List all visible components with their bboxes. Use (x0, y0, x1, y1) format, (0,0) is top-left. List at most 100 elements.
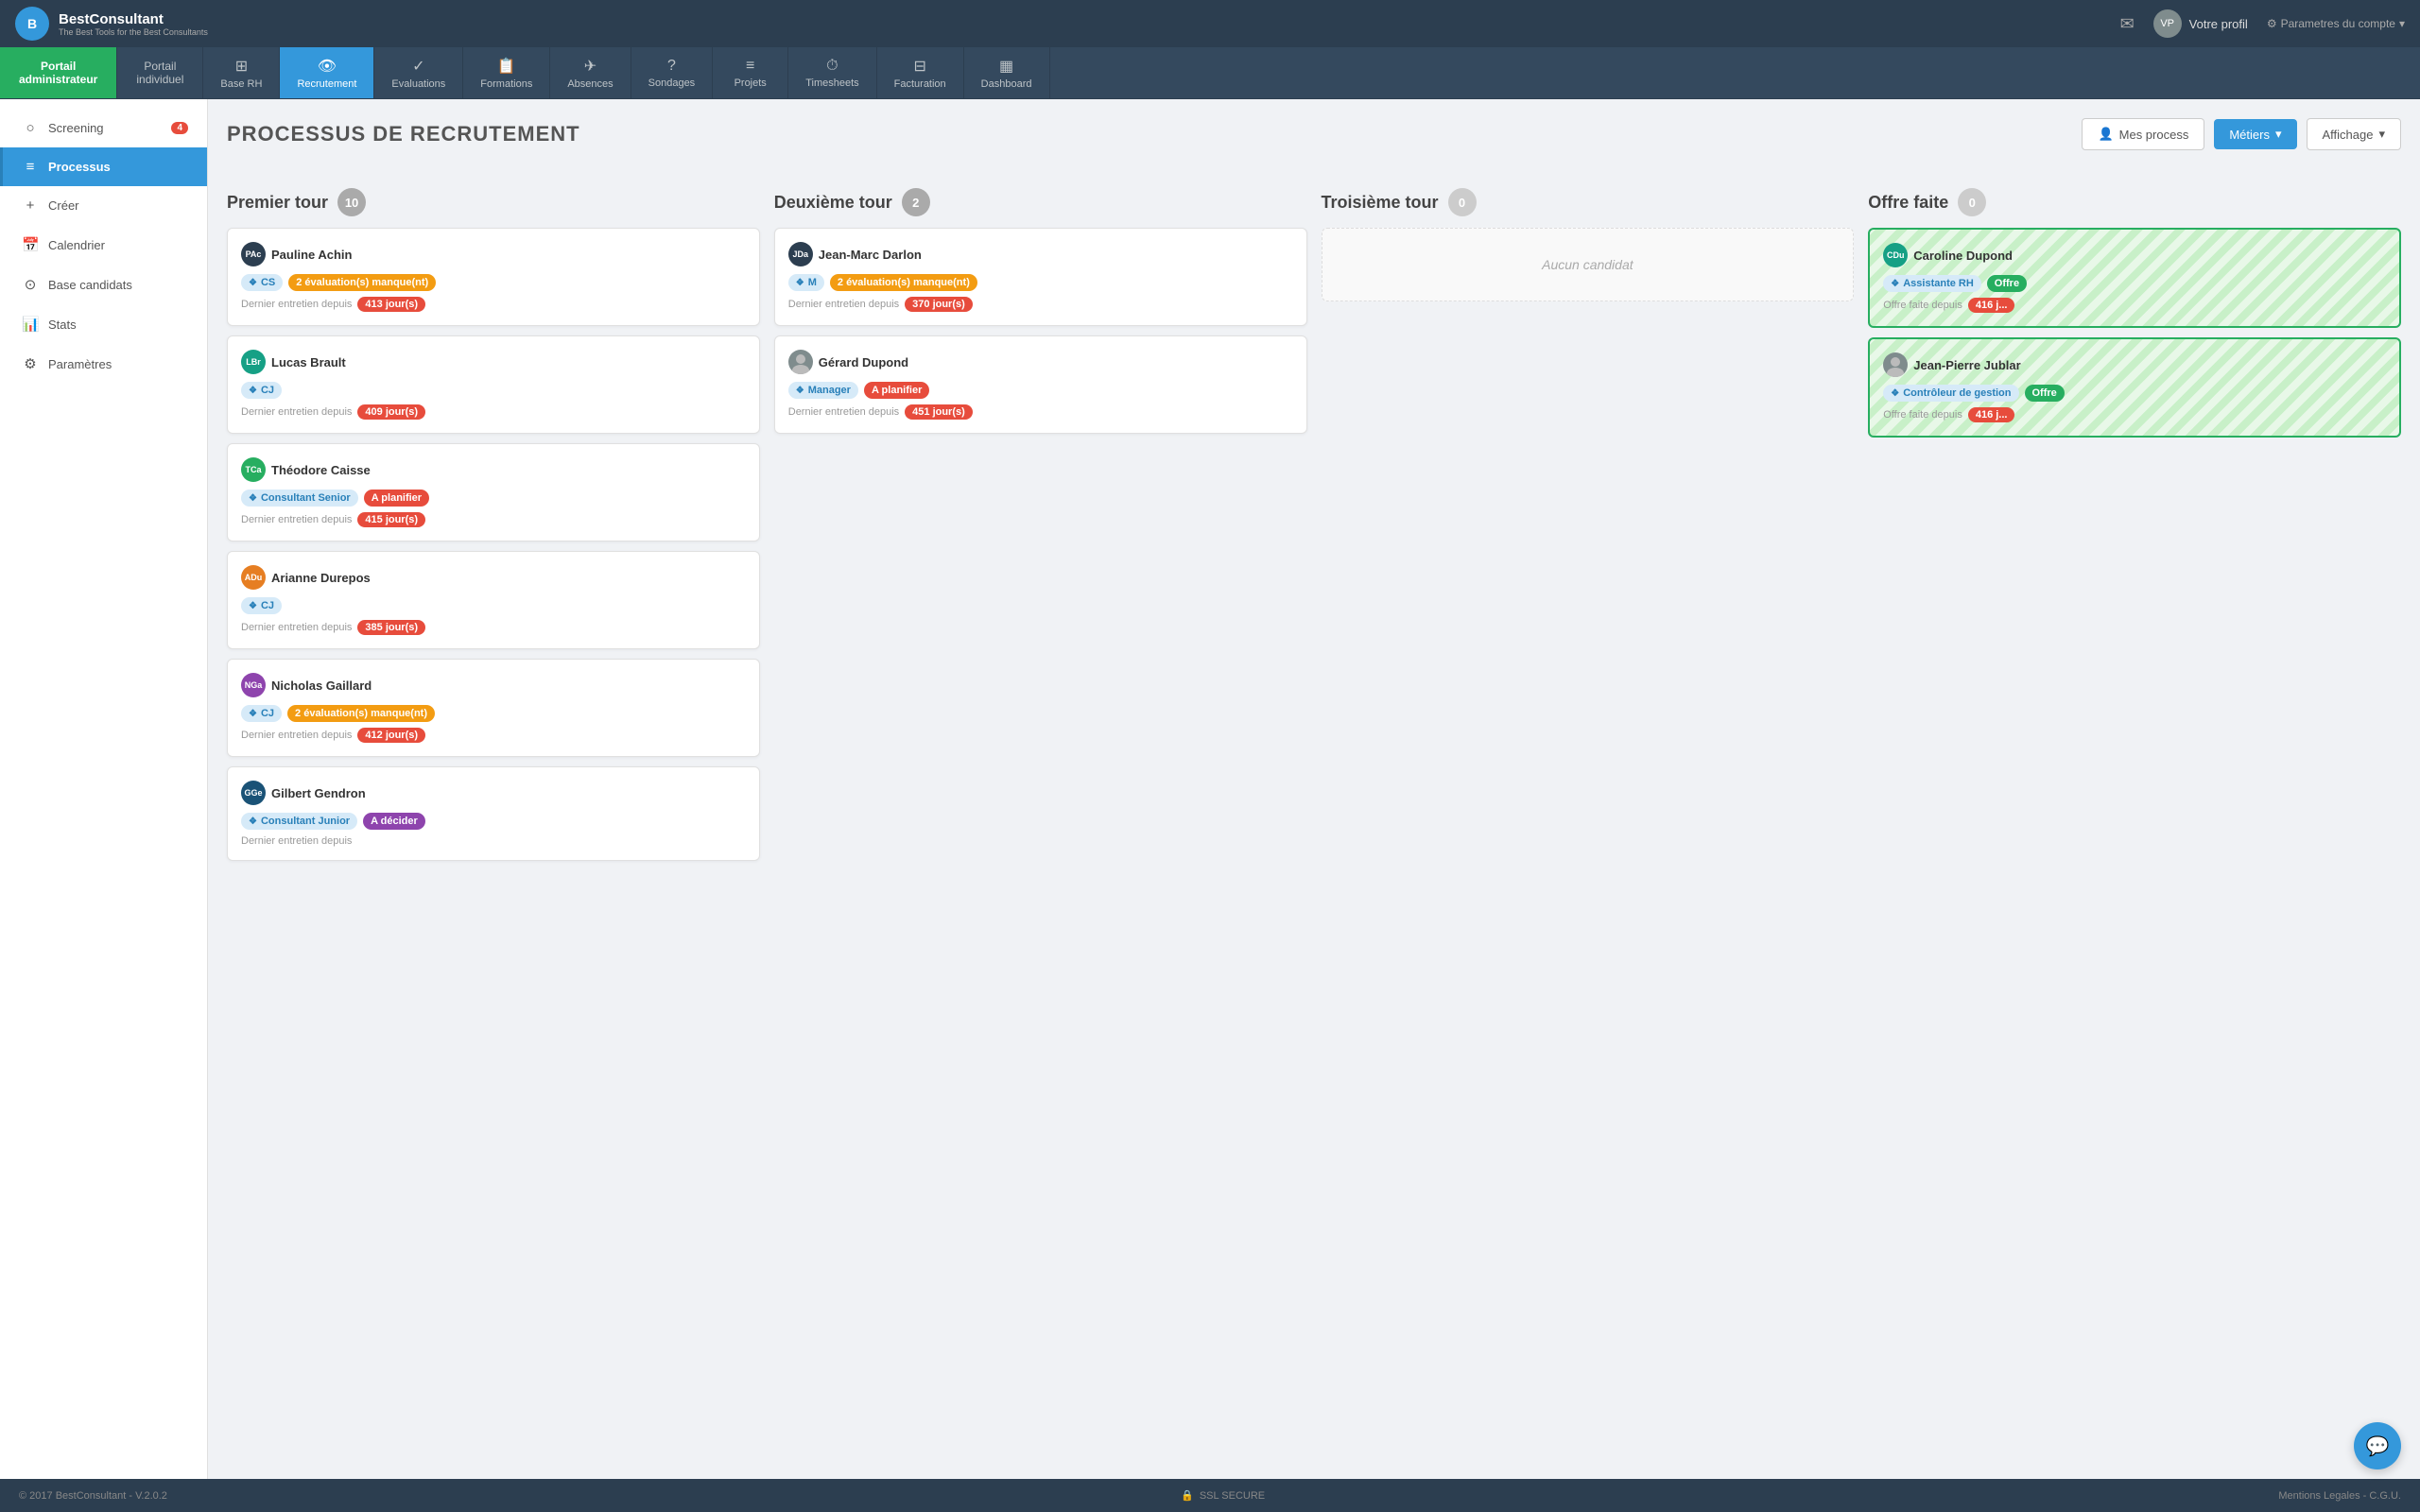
lock-icon: 🔒 (1181, 1489, 1194, 1502)
column-offre-faite: Offre faite 0 CDu Caroline Dupond ❖ Assi… (1868, 188, 2401, 447)
column-header-premier-tour: Premier tour 10 (227, 188, 760, 216)
eval-tag: 2 évaluation(s) manque(nt) (287, 705, 435, 722)
affichage-button[interactable]: Affichage ▾ (2307, 118, 2402, 150)
days-badge: 416 j... (1968, 298, 2015, 313)
card-arianne-durepos[interactable]: ADu Arianne Durepos ❖ CJ Dernier entreti… (227, 551, 760, 649)
eye-icon: 👁 (318, 57, 337, 76)
page-title: PROCESSUS DE RECRUTEMENT (227, 122, 580, 146)
nav-timesheets[interactable]: ⏱ Timesheets (788, 47, 876, 98)
profile-area[interactable]: VP Votre profil (2153, 9, 2248, 38)
eval-tag: 2 évaluation(s) manque(nt) (288, 274, 436, 291)
footer: © 2017 BestConsultant - V.2.0.2 🔒 SSL SE… (0, 1479, 2420, 1512)
avatar (1883, 352, 1908, 377)
days-badge: 412 jour(s) (357, 728, 425, 743)
column-troisieme-tour: Troisième tour 0 Aucun candidat (1322, 188, 1855, 301)
gear-icon: ⚙ (2267, 17, 2277, 30)
tab-individual[interactable]: Portailindividuel (117, 47, 203, 98)
card-jean-pierre-jublar[interactable]: Jean-Pierre Jublar ❖ Contrôleur de gesti… (1868, 337, 2401, 438)
screening-badge: 4 (171, 122, 188, 134)
avatar: VP (2153, 9, 2182, 38)
sidebar-item-calendrier[interactable]: 📅 Calendrier (0, 225, 207, 265)
clipboard-icon: 📋 (497, 57, 516, 76)
metiers-button[interactable]: Métiers ▾ (2214, 119, 2296, 149)
nav-evaluations[interactable]: ✓ Evaluations (374, 47, 463, 98)
column-header-troisieme-tour: Troisième tour 0 (1322, 188, 1855, 216)
nav-projets[interactable]: ≡ Projets (713, 47, 788, 98)
sidebar-item-processus[interactable]: ≡ Processus (0, 147, 207, 186)
screening-icon: ○ (22, 120, 39, 136)
candidates-icon: ⊙ (22, 276, 39, 293)
legal-link[interactable]: Mentions Legales - C.G.U. (2278, 1490, 2401, 1502)
days-badge: 413 jour(s) (357, 297, 425, 312)
kanban-board: Premier tour 10 PAc Pauline Achin ❖ CS 2… (227, 188, 2401, 870)
main-layout: ○ Screening 4 ≡ Processus + Créer 📅 Cale… (0, 99, 2420, 1479)
avatar: PAc (241, 242, 266, 266)
copyright: © 2017 BestConsultant - V.2.0.2 (19, 1490, 167, 1502)
avatar: LBr (241, 350, 266, 374)
card-pauline-achin[interactable]: PAc Pauline Achin ❖ CS 2 évaluation(s) m… (227, 228, 760, 326)
settings-icon: ⚙ (22, 355, 39, 372)
profile-label: Votre profil (2189, 17, 2248, 31)
empty-state: Aucun candidat (1322, 228, 1855, 301)
card-gerard-dupond[interactable]: Gérard Dupond ❖ Manager A planifier Dern… (774, 335, 1307, 434)
role-tag: ❖ Manager (788, 382, 858, 399)
card-nicholas-gaillard[interactable]: NGa Nicholas Gaillard ❖ CJ 2 évaluation(… (227, 659, 760, 757)
nav-base-rh[interactable]: ⊞ Base RH (203, 47, 280, 98)
sidebar-item-creer[interactable]: + Créer (0, 186, 207, 225)
days-badge: 409 jour(s) (357, 404, 425, 420)
plus-icon: + (22, 198, 39, 214)
mes-process-button[interactable]: 👤 Mes process (2082, 118, 2204, 150)
content-area: PROCESSUS DE RECRUTEMENT 👤 Mes process M… (208, 99, 2420, 1479)
role-tag: ❖ M (788, 274, 824, 291)
role-tag: ❖ Consultant Junior (241, 813, 357, 830)
sidebar-item-parametres[interactable]: ⚙ Paramètres (0, 344, 207, 384)
ssl-label: SSL SECURE (1200, 1490, 1265, 1502)
nav-recrutement[interactable]: 👁 Recrutement (280, 47, 374, 98)
offre-tag: Offre (1987, 275, 2027, 292)
invoice-icon: ⊟ (913, 57, 925, 76)
days-badge: 370 jour(s) (905, 297, 973, 312)
role-tag: ❖ Consultant Senior (241, 490, 358, 507)
role-tag: ❖ Contrôleur de gestion (1883, 385, 2018, 402)
card-theodore-caisse[interactable]: TCa Théodore Caisse ❖ Consultant Senior … (227, 443, 760, 541)
avatar: JDa (788, 242, 813, 266)
nav-sondages[interactable]: ? Sondages (631, 47, 714, 98)
sidebar-item-stats[interactable]: 📊 Stats (0, 304, 207, 344)
avatar (788, 350, 813, 374)
role-tag: ❖ CJ (241, 705, 282, 722)
column-deuxieme-tour: Deuxième tour 2 JDa Jean-Marc Darlon ❖ M… (774, 188, 1307, 443)
action-bar: 👤 Mes process Métiers ▾ Affichage ▾ (2082, 118, 2401, 150)
column-premier-tour: Premier tour 10 PAc Pauline Achin ❖ CS 2… (227, 188, 760, 870)
chat-icon: 💬 (2366, 1435, 2390, 1458)
role-tag: ❖ CJ (241, 597, 282, 614)
role-tag: ❖ CS (241, 274, 283, 291)
card-lucas-brault[interactable]: LBr Lucas Brault ❖ CJ Dernier entretien … (227, 335, 760, 434)
card-jean-marc-darlon[interactable]: JDa Jean-Marc Darlon ❖ M 2 évaluation(s)… (774, 228, 1307, 326)
ssl-area: 🔒 SSL SECURE (1181, 1489, 1265, 1502)
offre-tag: Offre (2025, 385, 2065, 402)
card-caroline-dupond[interactable]: CDu Caroline Dupond ❖ Assistante RH Offr… (1868, 228, 2401, 328)
chevron-down-icon: ▾ (2275, 127, 2282, 142)
chat-button[interactable]: 💬 (2354, 1422, 2401, 1469)
nav-dashboard[interactable]: ▦ Dashboard (964, 47, 1050, 98)
tab-admin[interactable]: Portailadministrateur (0, 47, 117, 98)
role-tag: ❖ Assistante RH (1883, 275, 1981, 292)
chevron-down-icon: ▾ (2378, 127, 2385, 142)
card-gilbert-gendron[interactable]: GGe Gilbert Gendron ❖ Consultant Junior … (227, 766, 760, 861)
nav-absences[interactable]: ✈ Absences (550, 47, 631, 98)
planif-tag: A planifier (864, 382, 929, 399)
sidebar-item-screening[interactable]: ○ Screening 4 (0, 109, 207, 147)
portal-tabs: Portailadministrateur Portailindividuel (0, 47, 203, 98)
planif-tag: A planifier (364, 490, 429, 507)
nav-facturation[interactable]: ⊟ Facturation (877, 47, 964, 98)
person-icon: 👤 (2098, 127, 2113, 142)
list-icon: ≡ (746, 58, 754, 75)
settings-link[interactable]: ⚙ Parametres du compte ▾ (2267, 17, 2405, 30)
processus-icon: ≡ (22, 159, 39, 175)
sidebar-item-base-candidats[interactable]: ⊙ Base candidats (0, 265, 207, 304)
nav-formations[interactable]: 📋 Formations (463, 47, 550, 98)
mail-icon[interactable]: ✉ (2120, 14, 2135, 34)
stats-icon: 📊 (22, 316, 39, 333)
logo-icon: B (15, 7, 49, 41)
avatar: TCa (241, 457, 266, 482)
